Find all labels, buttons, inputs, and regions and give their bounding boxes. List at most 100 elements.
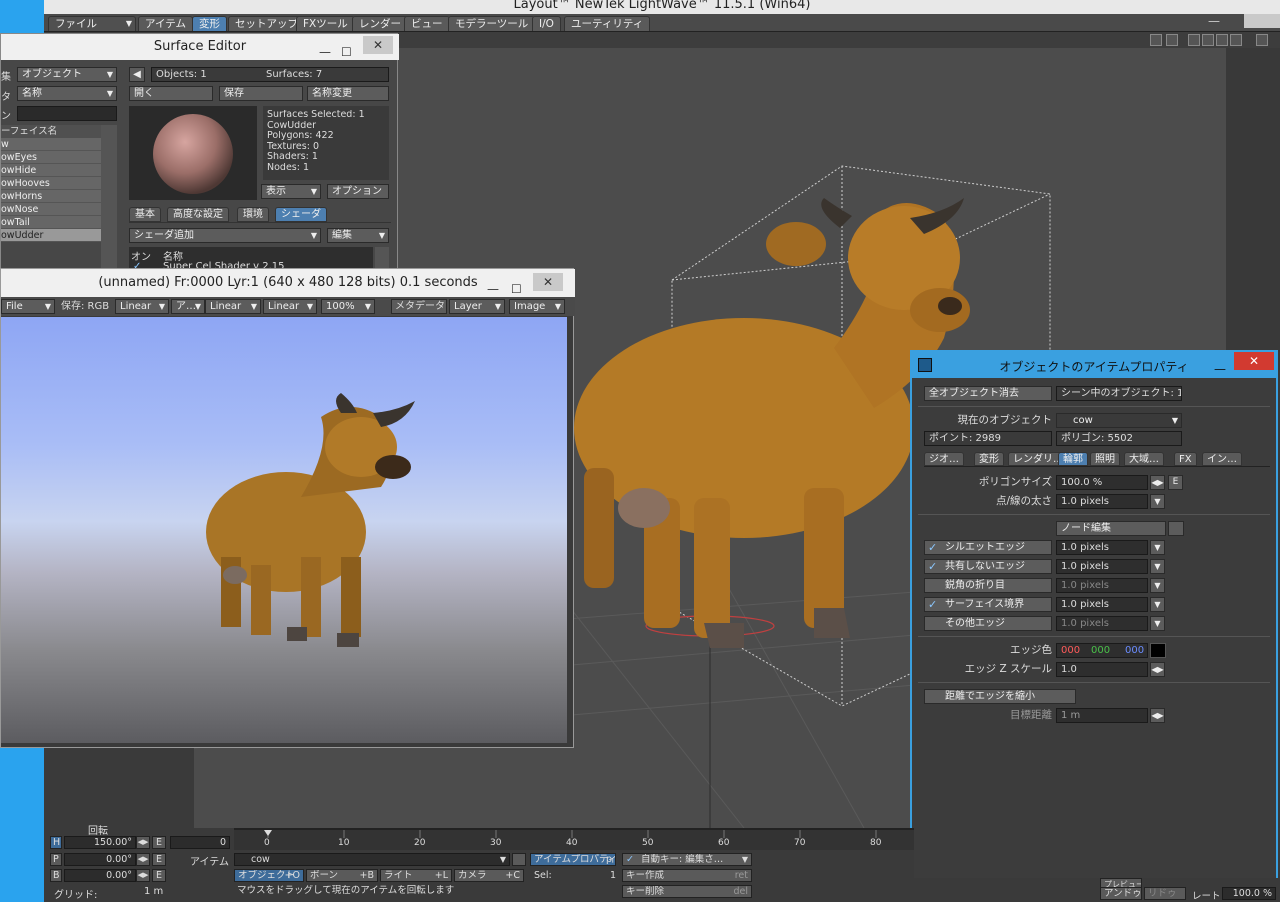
list-item[interactable]: owHorns xyxy=(1,190,101,203)
minimize-button[interactable]: — xyxy=(1214,354,1226,378)
edge-width-field[interactable]: 1.0 pixels xyxy=(1056,597,1148,612)
tab-geometry[interactable]: ジオ… xyxy=(924,452,964,466)
b-label[interactable]: B xyxy=(50,869,62,882)
minimize-button[interactable]: — xyxy=(487,275,499,297)
rename-button[interactable]: 名称変更 xyxy=(307,86,389,101)
maximize-button[interactable]: ☐ xyxy=(511,275,522,297)
tab-lights[interactable]: 照明 xyxy=(1090,452,1120,466)
close-button[interactable] xyxy=(1244,14,1280,28)
item-select[interactable]: cow ▼ xyxy=(234,853,510,866)
playhead-icon[interactable] xyxy=(264,830,272,836)
tab-item[interactable]: アイテム xyxy=(138,16,193,31)
h-label[interactable]: H xyxy=(50,836,62,849)
unshared-edge-toggle[interactable]: ✓ 共有しないエッジ xyxy=(924,559,1052,574)
collapse-icon[interactable]: ◀ xyxy=(129,67,145,82)
chevron-down-icon[interactable]: ▼ xyxy=(1150,494,1165,509)
point-line-field[interactable]: 1.0 pixels xyxy=(1056,494,1148,509)
rate-field[interactable]: 100.0 % xyxy=(1222,887,1276,900)
envelope-icon[interactable]: ◀▶ xyxy=(1150,708,1165,723)
edge-z-scale-field[interactable]: 1.0 xyxy=(1056,662,1148,677)
tab-view[interactable]: ビュー xyxy=(404,16,450,31)
node-toggle[interactable] xyxy=(1168,521,1184,536)
list-item[interactable]: owHide xyxy=(1,164,101,177)
tab-setup[interactable]: セットアップ xyxy=(228,16,305,31)
linear-select-3[interactable]: Linear xyxy=(263,299,317,314)
mode-cameras-button[interactable]: カメラ +C xyxy=(454,869,524,882)
fit-view-icon[interactable] xyxy=(1230,34,1242,46)
redo-button[interactable]: リドゥ xyxy=(1144,887,1186,900)
tab-instance[interactable]: イン… xyxy=(1202,452,1242,466)
sharp-creases-toggle[interactable]: 鋭角の折り目 xyxy=(924,578,1052,593)
close-button[interactable]: ✕ xyxy=(1234,352,1274,370)
list-item[interactable]: w xyxy=(1,138,101,151)
edge-width-field[interactable]: 1.0 pixels xyxy=(1056,559,1148,574)
zoom-select[interactable]: 100% xyxy=(321,299,375,314)
e-button[interactable]: E xyxy=(152,836,166,849)
item-properties-button[interactable]: アイテムプロパティ p xyxy=(530,853,616,866)
other-edges-toggle[interactable]: その他エッジ xyxy=(924,616,1052,631)
chevron-down-icon[interactable]: ▼ xyxy=(1150,616,1165,631)
list-item[interactable]: owNose xyxy=(1,203,101,216)
edge-color-swatch[interactable] xyxy=(1150,643,1166,658)
tab-environment[interactable]: 環境 xyxy=(237,207,269,222)
e-button[interactable]: E xyxy=(152,853,166,866)
timeline[interactable]: 0 10 20 30 40 50 60 70 80 xyxy=(234,828,914,850)
open-button[interactable]: 開く xyxy=(129,86,213,101)
chevron-down-icon[interactable]: ▼ xyxy=(1150,559,1165,574)
list-icon[interactable] xyxy=(1150,34,1162,46)
mode-objects-button[interactable]: オブジェクト +O xyxy=(234,869,304,882)
options-button[interactable]: オプション xyxy=(327,184,389,199)
list-item[interactable]: owEyes xyxy=(1,151,101,164)
silhouette-edge-toggle[interactable]: ✓ シルエットエッジ xyxy=(924,540,1052,555)
linear-select-2[interactable]: Linear xyxy=(205,299,261,314)
tab-modeler-tools[interactable]: モデラーツール xyxy=(448,16,536,31)
list-item-selected[interactable]: owUdder xyxy=(1,229,101,242)
tab-edges[interactable]: 輪郭 xyxy=(1058,452,1088,466)
tab-utilities[interactable]: ユーティリティ xyxy=(564,16,651,31)
add-shader-select[interactable]: シェーダ追加 xyxy=(129,228,321,243)
item-option-button[interactable] xyxy=(512,853,526,866)
save-button[interactable]: 保存 xyxy=(219,86,303,101)
tab-io[interactable]: I/O xyxy=(532,16,561,31)
tab-advanced[interactable]: 高度な設定 xyxy=(167,207,229,222)
pattern-input[interactable] xyxy=(17,106,117,121)
envelope-icon[interactable]: ◀▶ xyxy=(136,836,150,849)
tab-shaders[interactable]: シェーダ xyxy=(275,207,327,222)
bank-field[interactable]: 0.00° xyxy=(64,869,136,882)
edge-color-field[interactable]: 000 000 000 xyxy=(1056,643,1148,658)
file-menu[interactable]: File xyxy=(1,299,55,314)
move-view-icon[interactable] xyxy=(1188,34,1200,46)
minimize-button[interactable]: — xyxy=(1208,14,1232,28)
list-item[interactable]: owTail xyxy=(1,216,101,229)
tab-render[interactable]: レンダー xyxy=(352,16,408,31)
chevron-down-icon[interactable]: ▼ xyxy=(1150,597,1165,612)
image-select[interactable]: Image xyxy=(509,299,565,314)
tab-global[interactable]: 大域… xyxy=(1124,452,1164,466)
shrink-edges-by-distance-toggle[interactable]: 距離でエッジを縮小 xyxy=(924,689,1076,704)
settings-icon[interactable] xyxy=(1166,34,1178,46)
alpha-select[interactable]: ア… xyxy=(171,299,205,314)
surface-list-scrollbar[interactable] xyxy=(101,125,117,274)
clear-all-objects-button[interactable]: 全オブジェクト消去 xyxy=(924,386,1052,401)
filter-select[interactable]: 名称 xyxy=(17,86,117,101)
envelope-icon[interactable]: ◀▶ xyxy=(136,869,150,882)
target-distance-field[interactable]: 1 m xyxy=(1056,708,1148,723)
tab-deform[interactable]: 変形 xyxy=(974,452,1004,466)
file-menu[interactable]: ファイル ▼ xyxy=(48,16,136,31)
e-button[interactable]: E xyxy=(152,869,166,882)
current-object-select[interactable]: cow xyxy=(1056,413,1182,428)
edge-width-field[interactable]: 1.0 pixels xyxy=(1056,578,1148,593)
edit-shader-select[interactable]: 編集 xyxy=(327,228,389,243)
chevron-down-icon[interactable]: ▼ xyxy=(1150,540,1165,555)
zoom-view-icon[interactable] xyxy=(1216,34,1228,46)
node-edit-button[interactable]: ノード編集 xyxy=(1056,521,1166,536)
tab-transform[interactable]: 変形 xyxy=(192,16,227,31)
chevron-down-icon[interactable]: ▼ xyxy=(1150,578,1165,593)
pitch-field[interactable]: 0.00° xyxy=(64,853,136,866)
edge-width-field[interactable]: 1.0 pixels xyxy=(1056,616,1148,631)
tab-basic[interactable]: 基本 xyxy=(129,207,161,222)
close-button[interactable]: ✕ xyxy=(533,273,563,291)
e-button[interactable]: E xyxy=(1168,475,1183,490)
edge-width-field[interactable]: 1.0 pixels xyxy=(1056,540,1148,555)
envelope-icon[interactable]: ◀▶ xyxy=(136,853,150,866)
